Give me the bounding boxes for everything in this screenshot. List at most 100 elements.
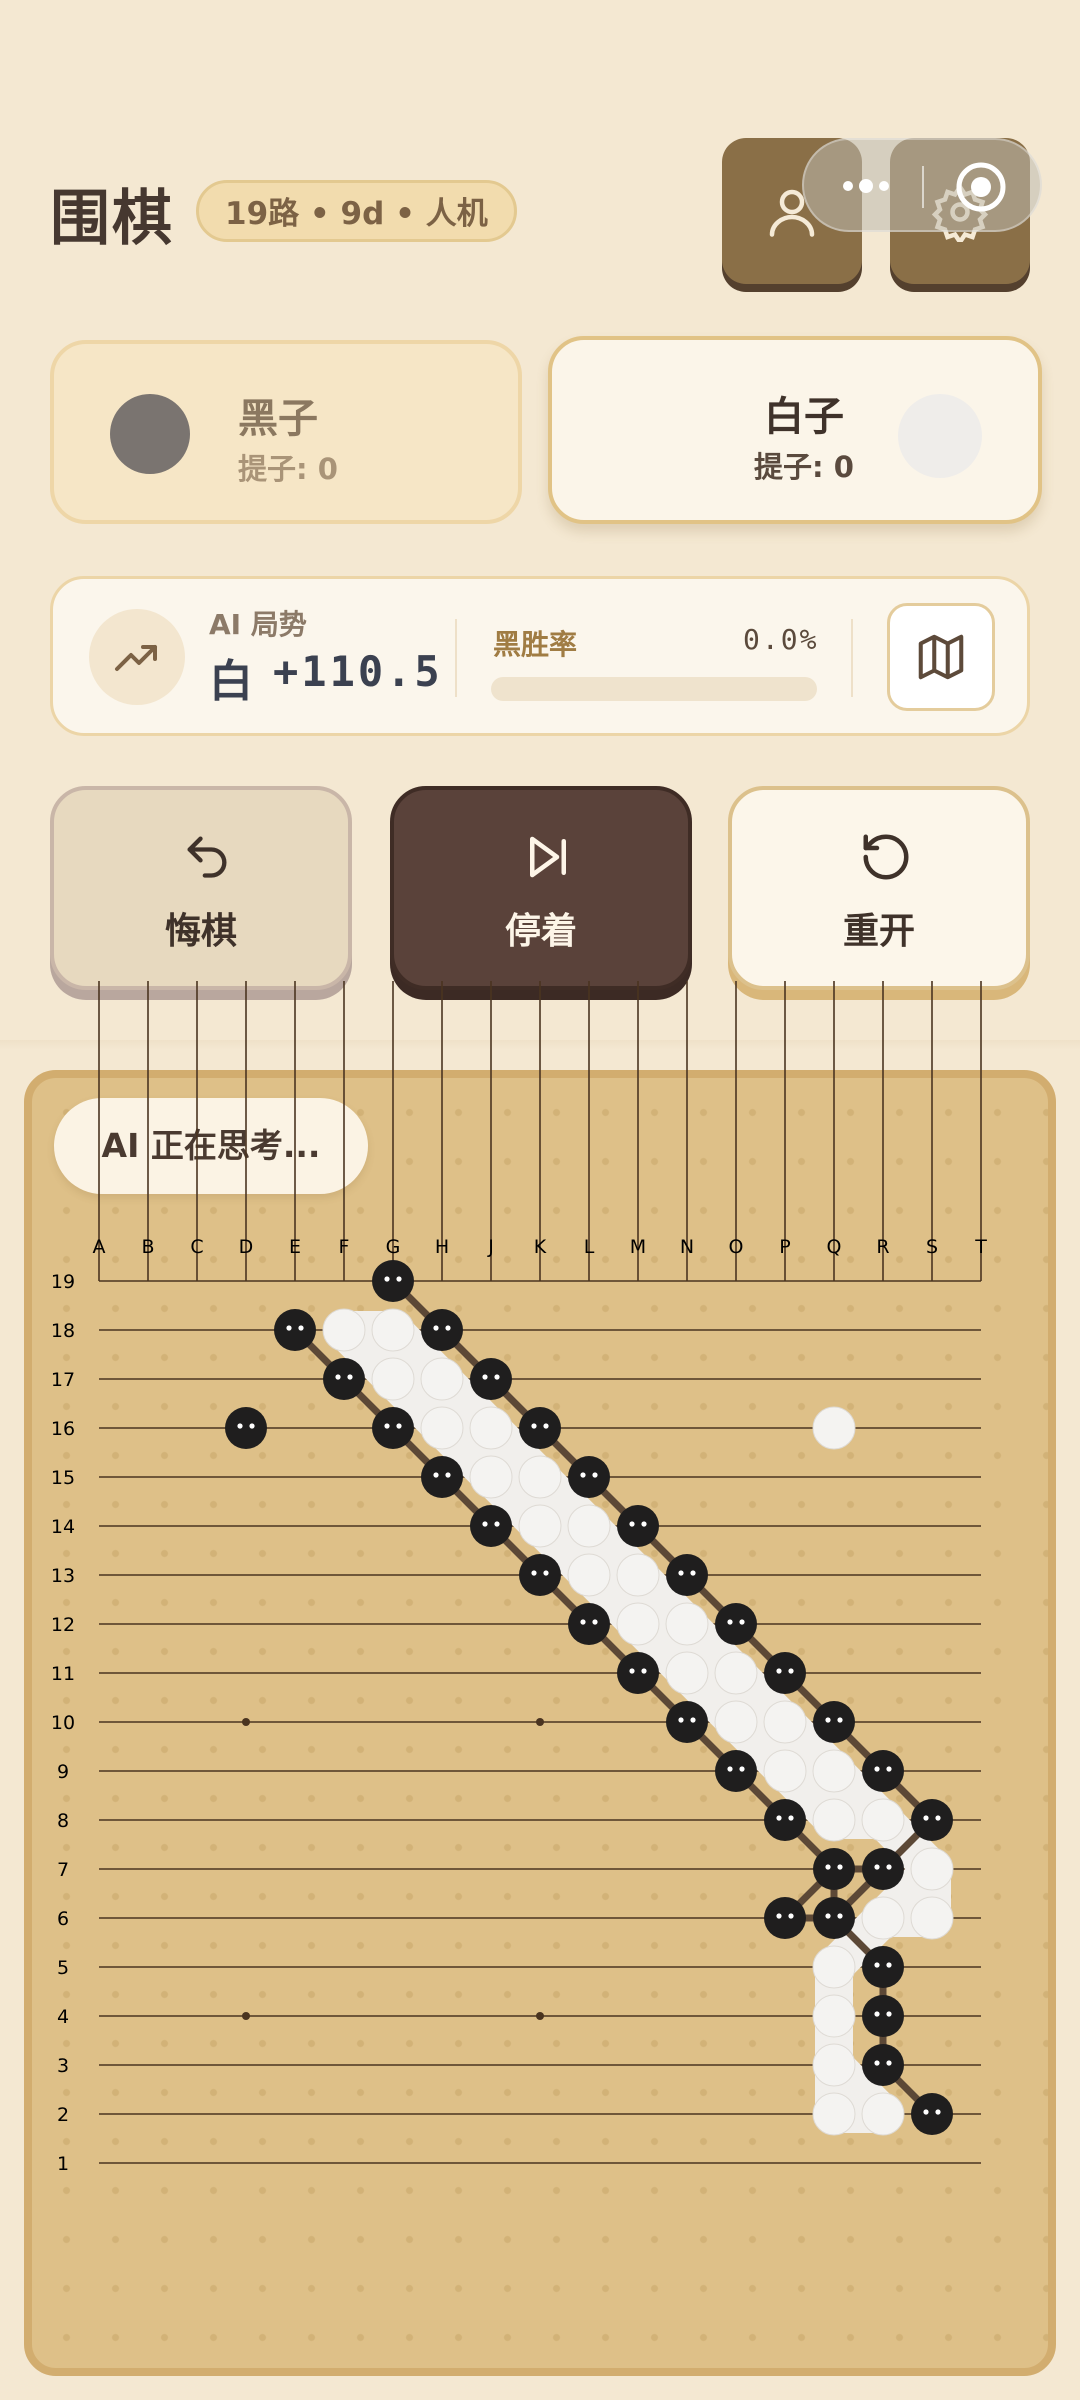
row-label: 19 bbox=[51, 1271, 75, 1293]
row-label: 2 bbox=[57, 2104, 69, 2126]
white-stone bbox=[567, 1504, 611, 1548]
stone-eye bbox=[739, 1619, 745, 1625]
stone-eye bbox=[788, 1815, 794, 1821]
row-label: 12 bbox=[51, 1614, 75, 1636]
stone-eye bbox=[433, 1472, 439, 1478]
stone-eye bbox=[494, 1374, 500, 1380]
black-stone bbox=[764, 1652, 806, 1694]
stone-eye bbox=[825, 1913, 831, 1919]
white-stone bbox=[812, 1945, 856, 1989]
stone-eye bbox=[592, 1472, 598, 1478]
stone-eye bbox=[825, 1717, 831, 1723]
white-stone bbox=[518, 1455, 562, 1499]
white-stone bbox=[665, 1602, 709, 1646]
white-stone bbox=[861, 1896, 905, 1940]
black-stone bbox=[617, 1505, 659, 1547]
stone-eye bbox=[690, 1570, 696, 1576]
white-stone bbox=[420, 1406, 464, 1450]
white-stone bbox=[567, 1553, 611, 1597]
white-stone bbox=[714, 1651, 758, 1695]
black-stone bbox=[862, 1750, 904, 1792]
stone-eye bbox=[690, 1717, 696, 1723]
stone-eye bbox=[923, 1815, 929, 1821]
white-stone bbox=[371, 1308, 415, 1352]
star-point bbox=[242, 1718, 250, 1726]
white-stone bbox=[616, 1602, 660, 1646]
stone-eye bbox=[396, 1276, 402, 1282]
stone-eye bbox=[886, 1962, 892, 1968]
white-stone bbox=[322, 1308, 366, 1352]
white-stone bbox=[665, 1651, 709, 1695]
column-label: S bbox=[926, 1236, 938, 1258]
column-label: G bbox=[386, 1236, 401, 1258]
stone-eye bbox=[776, 1815, 782, 1821]
stone-eye bbox=[886, 2060, 892, 2066]
stone-eye bbox=[237, 1423, 243, 1429]
stone-eye bbox=[629, 1668, 635, 1674]
stone-eye bbox=[629, 1521, 635, 1527]
white-stone bbox=[861, 1798, 905, 1842]
stone-eye bbox=[592, 1619, 598, 1625]
row-label: 4 bbox=[57, 2006, 69, 2028]
white-stone bbox=[469, 1455, 513, 1499]
stone-eye bbox=[445, 1325, 451, 1331]
row-label: 10 bbox=[51, 1712, 75, 1734]
stone-eye bbox=[580, 1472, 586, 1478]
black-stone bbox=[862, 1848, 904, 1890]
stone-eye bbox=[249, 1423, 255, 1429]
column-label: D bbox=[239, 1236, 254, 1258]
stone-eye bbox=[935, 1815, 941, 1821]
stone-eye bbox=[837, 1717, 843, 1723]
black-stone bbox=[421, 1309, 463, 1351]
stone-eye bbox=[886, 1766, 892, 1772]
column-label: T bbox=[974, 1236, 987, 1258]
black-stone bbox=[715, 1750, 757, 1792]
black-stone bbox=[813, 1701, 855, 1743]
row-label: 15 bbox=[51, 1467, 75, 1489]
stone-eye bbox=[531, 1423, 537, 1429]
column-label: M bbox=[630, 1236, 646, 1258]
black-stone bbox=[470, 1358, 512, 1400]
black-stone bbox=[274, 1309, 316, 1351]
black-stone bbox=[519, 1554, 561, 1596]
black-stone bbox=[225, 1407, 267, 1449]
stone-eye bbox=[384, 1276, 390, 1282]
black-stone bbox=[568, 1603, 610, 1645]
stone-eye bbox=[531, 1570, 537, 1576]
black-stone bbox=[813, 1897, 855, 1939]
stone-eye bbox=[641, 1668, 647, 1674]
column-label: A bbox=[93, 1236, 106, 1258]
row-label: 14 bbox=[51, 1516, 75, 1538]
column-label: Q bbox=[827, 1236, 842, 1258]
stone-eye bbox=[347, 1374, 353, 1380]
stone-eye bbox=[776, 1668, 782, 1674]
white-stone bbox=[812, 1749, 856, 1793]
go-board[interactable]: A B C D E F G H J K L M N O P Q R S T191817161514131211109… bbox=[0, 0, 1080, 2400]
white-stone bbox=[616, 1553, 660, 1597]
black-stone bbox=[862, 2044, 904, 2086]
stone-eye bbox=[837, 1913, 843, 1919]
star-point bbox=[536, 2012, 544, 2020]
column-label: H bbox=[435, 1236, 449, 1258]
row-label: 11 bbox=[51, 1663, 75, 1685]
column-label: J bbox=[487, 1236, 494, 1258]
stone-eye bbox=[482, 1374, 488, 1380]
stone-eye bbox=[874, 2060, 880, 2066]
stone-eye bbox=[445, 1472, 451, 1478]
black-stone bbox=[666, 1701, 708, 1743]
stone-eye bbox=[776, 1913, 782, 1919]
stone-eye bbox=[335, 1374, 341, 1380]
column-label: E bbox=[289, 1236, 301, 1258]
row-label: 13 bbox=[51, 1565, 75, 1587]
stone-eye bbox=[874, 1962, 880, 1968]
stone-eye bbox=[678, 1570, 684, 1576]
column-label: K bbox=[534, 1236, 547, 1258]
white-stone bbox=[812, 1406, 856, 1450]
stone-eye bbox=[825, 1864, 831, 1870]
white-stone bbox=[371, 1357, 415, 1401]
row-label: 18 bbox=[51, 1320, 75, 1342]
black-stone bbox=[715, 1603, 757, 1645]
star-point bbox=[242, 2012, 250, 2020]
column-label: R bbox=[876, 1236, 889, 1258]
white-stone bbox=[420, 1357, 464, 1401]
